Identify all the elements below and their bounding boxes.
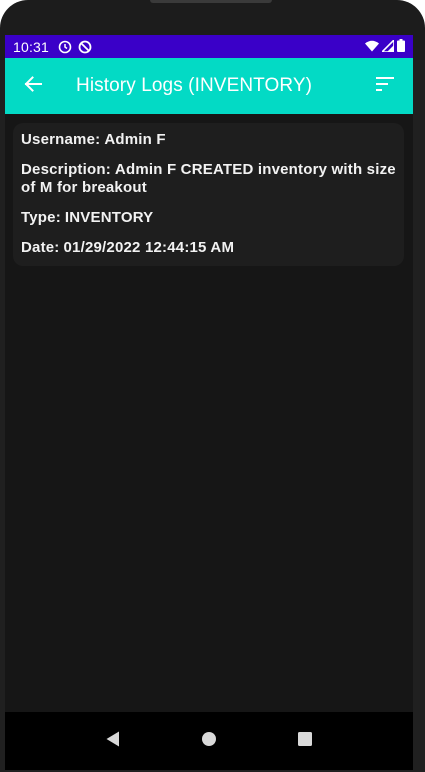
log-list: Username: Admin F Description: Admin F CRE…: [5, 114, 413, 712]
circle-home-icon: [201, 731, 217, 752]
date-value: 01/29/2022 12:44:15 AM: [63, 239, 235, 256]
navigation-bar: [5, 712, 413, 770]
square-recents-icon: [297, 731, 313, 752]
device-speaker: [150, 0, 272, 3]
log-description: Description: Admin F CREATED inventory wi…: [21, 161, 396, 197]
type-value: INVENTORY: [64, 209, 154, 226]
log-card[interactable]: Username: Admin F Description: Admin F CRE…: [13, 123, 404, 266]
status-right: [365, 37, 405, 55]
type-label: Type:: [21, 209, 61, 226]
triangle-back-icon: [106, 731, 120, 752]
status-bar: 10:31: [5, 35, 413, 58]
username-label: Username:: [21, 131, 101, 148]
status-time: 10:31: [13, 38, 50, 55]
arrow-left-icon: [24, 75, 42, 98]
back-button[interactable]: [5, 58, 61, 114]
log-type: Type: INVENTORY: [21, 209, 396, 227]
nav-recents-button[interactable]: [285, 721, 325, 761]
log-username: Username: Admin F: [21, 131, 396, 149]
username-value: Admin F: [104, 131, 166, 148]
battery-icon: [397, 38, 405, 55]
sort-icon: [376, 76, 394, 96]
date-label: Date:: [21, 239, 60, 256]
signal-icon: [380, 37, 395, 55]
app-bar: History Logs (INVENTORY): [5, 58, 413, 114]
description-label: Description:: [21, 161, 111, 178]
device-frame: 10:31 History Logs (INVENTORY) Username:…: [0, 0, 425, 772]
wifi-icon: [365, 39, 379, 55]
sort-button[interactable]: [357, 58, 413, 114]
screen: 10:31 History Logs (INVENTORY) Username:…: [5, 35, 413, 770]
alarm-icon: [58, 40, 72, 54]
page-title: History Logs (INVENTORY): [76, 75, 313, 96]
nav-back-button[interactable]: [93, 721, 133, 761]
log-date: Date: 01/29/2022 12:44:15 AM: [21, 239, 396, 257]
nav-home-button[interactable]: [189, 721, 229, 761]
do-not-disturb-icon: [78, 40, 92, 54]
